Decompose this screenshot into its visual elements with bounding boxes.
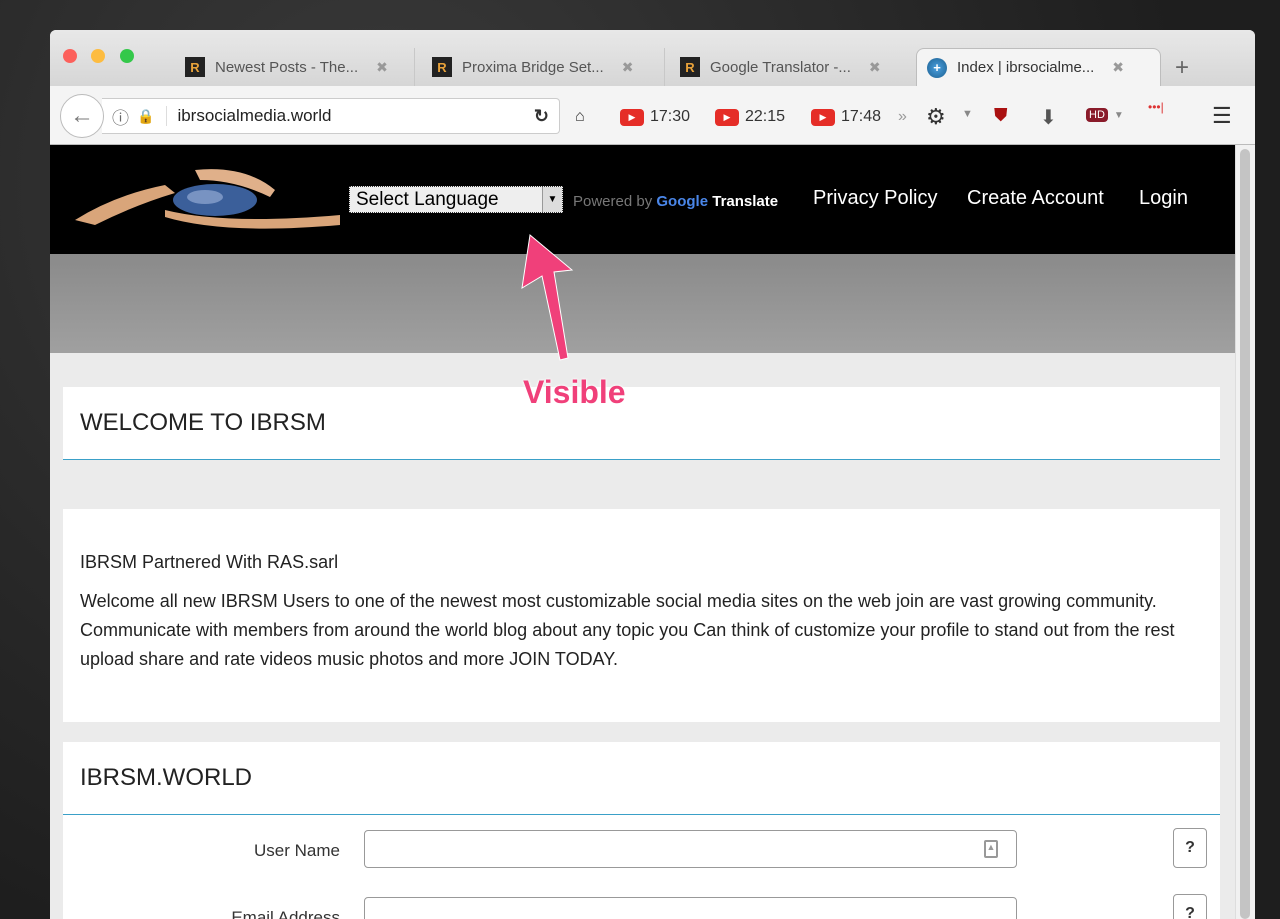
close-window-button[interactable]: [63, 49, 77, 63]
welcome-text: Welcome all new IBRSM Users to one of th…: [80, 591, 1175, 669]
bookmark-label: 17:48: [841, 108, 882, 125]
close-tab-icon[interactable]: ✖: [1112, 59, 1124, 76]
tab-bar: R Newest Posts - The... ✖ R Proxima Bridge …: [50, 30, 1255, 86]
info-icon[interactable]: ⓘ: [112, 104, 129, 129]
overflow-icon[interactable]: »: [898, 108, 907, 126]
welcome-title: WELCOME TO IBRSM: [63, 387, 1220, 460]
tab-google-translator[interactable]: R Google Translator -... ✖: [670, 48, 910, 86]
tab-title: Proxima Bridge Set...: [462, 58, 604, 76]
contact-card-icon[interactable]: ▲: [984, 840, 998, 858]
welcome-panel: WELCOME TO IBRSM: [63, 387, 1220, 460]
close-tab-icon[interactable]: ✖: [869, 59, 881, 76]
youtube-icon: ▶: [811, 108, 835, 126]
scrollbar-thumb[interactable]: [1240, 149, 1250, 919]
reload-icon[interactable]: ↻: [534, 106, 549, 127]
google-logo: Google: [656, 193, 709, 210]
hd-icon[interactable]: HD ▼: [1086, 108, 1124, 122]
close-tab-icon[interactable]: ✖: [376, 59, 388, 76]
partner-text: IBRSM Partnered With RAS.sarl: [80, 552, 339, 572]
back-icon: ←: [70, 102, 94, 129]
download-icon[interactable]: ⬇: [1040, 105, 1057, 130]
tab-title: Newest Posts - The...: [215, 58, 359, 76]
chevron-down-icon: ▼: [542, 187, 562, 212]
address-bar[interactable]: ⓘ 🔒 ibrsocialmedia.world ↻: [102, 98, 560, 134]
login-link[interactable]: Login: [1139, 187, 1188, 210]
username-input[interactable]: ▲: [364, 830, 1017, 868]
registration-title: IBRSM.WORLD: [63, 742, 1220, 815]
youtube-icon: ▶: [620, 108, 644, 126]
dropdown-icon[interactable]: ▼: [962, 108, 973, 120]
youtube-icon: ▶: [715, 108, 739, 126]
tab-proxima-bridge[interactable]: R Proxima Bridge Set... ✖: [422, 48, 665, 86]
bookmark-3[interactable]: ▶ 17:48: [811, 108, 881, 126]
email-help-button[interactable]: ?: [1173, 894, 1207, 919]
bookmark-label: 17:30: [650, 108, 691, 125]
language-select-value: Select Language: [356, 188, 499, 210]
menu-icon[interactable]: ☰: [1212, 103, 1232, 129]
bookmark-2[interactable]: ▶ 22:15: [715, 108, 785, 126]
browser-window: R Newest Posts - The... ✖ R Proxima Bridge …: [50, 30, 1255, 919]
annotation-arrow-icon: [521, 234, 574, 361]
globe-favicon-icon: +: [927, 57, 947, 78]
bookmark-label: 22:15: [745, 108, 786, 125]
create-account-link[interactable]: Create Account: [967, 187, 1104, 210]
annotation-label: Visible: [523, 374, 626, 410]
powered-by-text: Powered by: [573, 193, 653, 210]
site-header: Select Language ▼ Powered by Google Trans…: [50, 145, 1235, 254]
tab-newest-posts[interactable]: R Newest Posts - The... ✖: [175, 48, 415, 86]
site-favicon-icon: R: [432, 57, 452, 77]
site-favicon-icon: R: [680, 57, 700, 77]
translate-text: Translate: [712, 193, 779, 210]
language-select[interactable]: Select Language ▼: [349, 186, 563, 213]
scrollbar[interactable]: [1235, 145, 1255, 919]
insecure-lock-icon[interactable]: 🔒: [137, 108, 154, 125]
email-label: Email Address: [231, 908, 340, 919]
home-icon[interactable]: ⌂: [575, 108, 585, 126]
tab-title: Index | ibrsocialme...: [957, 59, 1095, 76]
logo-hands-globe: [75, 169, 340, 229]
url-text[interactable]: ibrsocialmedia.world: [166, 106, 331, 126]
web-page: Select Language ▼ Powered by Google Trans…: [50, 145, 1235, 919]
username-label: User Name: [254, 841, 340, 860]
username-help-button[interactable]: ?: [1173, 828, 1207, 868]
ublock-icon[interactable]: ⛊: [994, 105, 1008, 126]
tab-index-active[interactable]: + Index | ibrsocialme... ✖: [916, 48, 1161, 86]
intro-panel: IBRSM Partnered With RAS.sarl Welcome al…: [63, 509, 1220, 722]
bookmark-1[interactable]: ▶ 17:30: [620, 108, 690, 126]
close-tab-icon[interactable]: ✖: [622, 59, 634, 76]
minimize-window-button[interactable]: [91, 49, 105, 63]
email-input[interactable]: [364, 897, 1017, 919]
new-tab-button[interactable]: +: [1175, 54, 1189, 82]
zoom-window-button[interactable]: [120, 49, 134, 63]
settings-icon[interactable]: ⚙: [926, 104, 946, 130]
extension-icon[interactable]: •••|: [1148, 100, 1164, 114]
navigation-toolbar: ⓘ 🔒 ibrsocialmedia.world ↻ ← ⌂ ▶ 17:30 ▶ 2…: [50, 86, 1255, 145]
tab-title: Google Translator -...: [710, 58, 851, 76]
powered-by-google-translate[interactable]: Powered by Google Translate: [573, 193, 778, 210]
back-button[interactable]: ←: [60, 94, 104, 138]
privacy-policy-link[interactable]: Privacy Policy: [813, 187, 937, 210]
site-favicon-icon: R: [185, 57, 205, 77]
banner: [50, 254, 1235, 353]
registration-panel: IBRSM.WORLD User Name ▲ ? Email Address …: [63, 742, 1220, 919]
